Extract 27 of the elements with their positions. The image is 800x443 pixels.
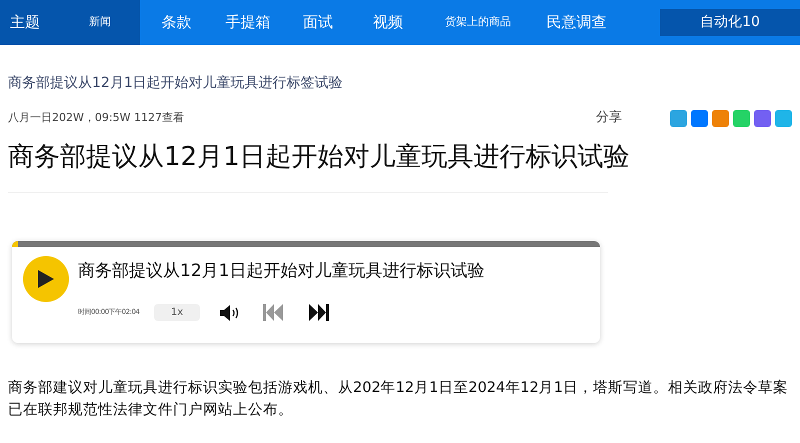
nav-tab[interactable]: 条款 <box>140 0 213 45</box>
player-title: 商务部提议从12月1日起开始对儿童玩具进行标识试验 <box>78 260 484 283</box>
share-icon[interactable] <box>733 110 750 126</box>
play-button[interactable] <box>23 256 69 302</box>
nav-tab[interactable]: 民意调查 <box>533 0 620 45</box>
progress-track[interactable] <box>12 241 600 247</box>
speed-button[interactable]: 1x <box>154 304 200 321</box>
share-icon[interactable] <box>775 110 792 126</box>
nav-button[interactable]: 自动化10 <box>660 9 800 36</box>
play-icon <box>38 270 54 288</box>
skip-forward-icon[interactable] <box>309 304 329 321</box>
nav-tab[interactable]: 新闻 <box>60 0 140 45</box>
share-icon[interactable] <box>712 110 729 126</box>
article-meta: 八月一日202W，09:5W 1127查看 <box>8 110 185 126</box>
article-headline: 商务部提议从12月1日起开始对儿童玩具进行标识试验 <box>8 141 631 174</box>
share-label: 分享 <box>596 109 624 128</box>
nav-tab[interactable]: 视频 <box>353 0 423 45</box>
nav-tab[interactable]: 手提箱 <box>213 0 283 45</box>
nav-tab[interactable]: 面试 <box>283 0 353 45</box>
article-body: 商务部建议对儿童玩具进行标识实验包括游戏机、从202年12月1日至2024年12月1日，塔斯写道。相关政府法令草案已在联邦规范性法律文件门户网站上公布。 <box>8 378 789 420</box>
article-kicker: 商务部提议从12月1日起开始对儿童玩具进行标签试验 <box>8 74 344 93</box>
skip-back-icon[interactable] <box>263 304 283 321</box>
share-icon[interactable] <box>670 110 687 126</box>
nav-tab[interactable]: 货架上的商品 <box>423 0 533 45</box>
site-title[interactable]: 主题 <box>0 0 60 45</box>
share-icon[interactable] <box>754 110 771 126</box>
share-icon[interactable] <box>691 110 708 126</box>
